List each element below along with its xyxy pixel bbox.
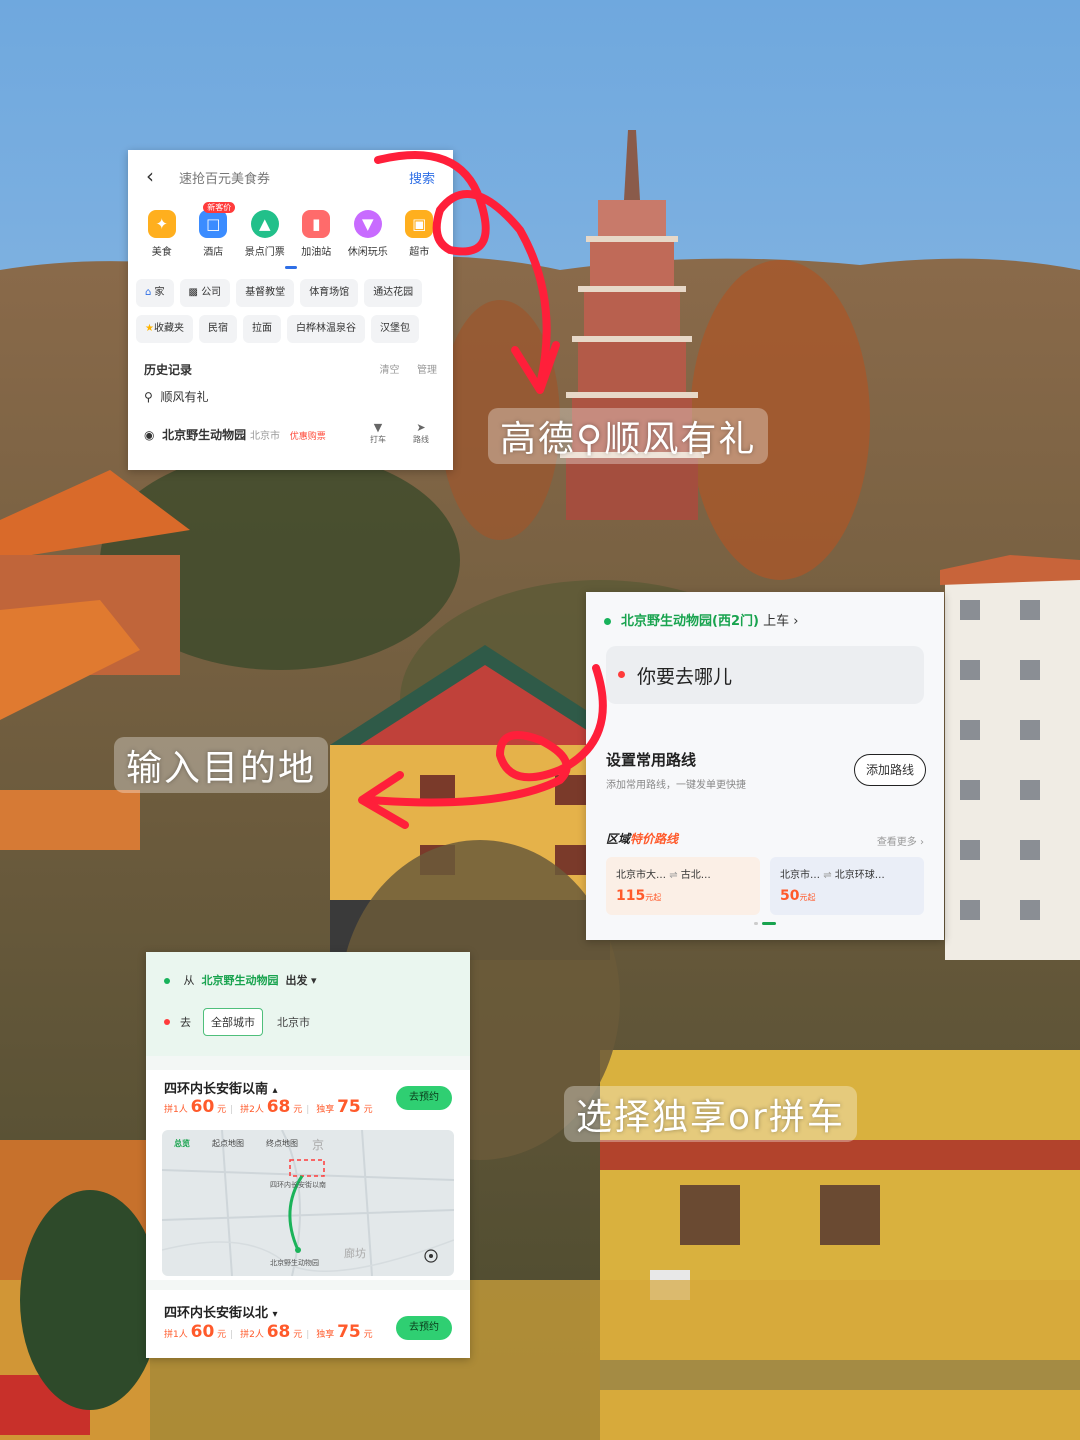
red-arrow-overlay xyxy=(358,151,607,829)
annotation-step2: 输入目的地 xyxy=(114,737,329,793)
arrow-step1 xyxy=(374,151,551,389)
arrow-head xyxy=(511,341,560,394)
annotation-text: 高德 xyxy=(500,419,577,460)
magnifier-icon: ⚲ xyxy=(576,419,605,460)
annotation-text: 顺风有礼 xyxy=(604,419,757,460)
annotation-step1: 高德⚲顺风有礼 xyxy=(488,408,769,464)
annotation-text: 选择独享or拼车 xyxy=(576,1097,845,1138)
annotation-text: 输入目的地 xyxy=(126,748,317,789)
annotation-step3: 选择独享or拼车 xyxy=(564,1086,857,1142)
arrow-step2 xyxy=(366,664,607,807)
